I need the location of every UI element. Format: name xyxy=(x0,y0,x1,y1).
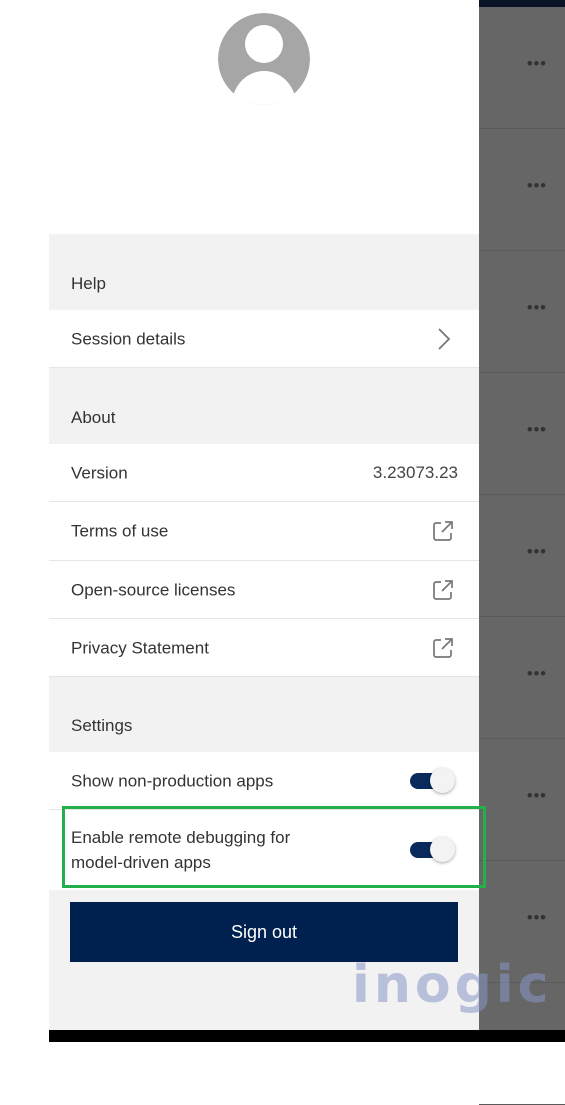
background-list-row: ••• xyxy=(479,129,565,251)
settings-drawer: Help Session details About Version 3.230… xyxy=(49,0,479,1030)
show-non-production-apps-label: Show non-production apps xyxy=(71,771,274,790)
open-external-icon xyxy=(433,521,453,541)
more-options-icon[interactable]: ••• xyxy=(527,787,547,805)
avatar xyxy=(218,13,310,105)
version-item: Version 3.23073.23 xyxy=(49,444,479,502)
remote-debugging-item: Enable remote debugging for model-driven… xyxy=(49,810,479,890)
open-external-icon xyxy=(433,637,453,658)
section-help: Help xyxy=(49,234,479,310)
system-nav-bar xyxy=(49,1030,565,1042)
background-list-row: ••• xyxy=(479,251,565,373)
more-options-icon[interactable]: ••• xyxy=(527,177,547,195)
more-options-icon[interactable]: ••• xyxy=(527,421,547,439)
background-overlay[interactable]: ••• ••• ••• ••• ••• ••• ••• ••• ••• xyxy=(479,0,565,1105)
section-title: Settings xyxy=(71,716,133,735)
background-list-row: ••• xyxy=(479,495,565,617)
more-options-icon[interactable]: ••• xyxy=(527,299,547,317)
background-list-row: ••• xyxy=(479,983,565,1105)
toggle-knob xyxy=(430,767,455,793)
open-source-licenses-link[interactable]: Open-source licenses xyxy=(49,561,479,619)
more-options-icon[interactable]: ••• xyxy=(527,543,547,561)
chevron-right-icon xyxy=(438,327,451,350)
background-list-row: ••• xyxy=(479,617,565,739)
show-non-production-apps-toggle[interactable] xyxy=(410,767,456,794)
open-source-licenses-label: Open-source licenses xyxy=(71,580,236,599)
version-value: 3.23073.23 xyxy=(372,462,458,482)
more-options-icon[interactable]: ••• xyxy=(527,55,547,73)
more-options-icon[interactable]: ••• xyxy=(527,665,547,683)
background-list-row: ••• xyxy=(479,373,565,495)
session-details-label: Session details xyxy=(71,329,186,348)
profile-area xyxy=(49,0,479,234)
section-title: Help xyxy=(71,274,106,293)
section-about: About xyxy=(49,368,479,444)
open-external-icon xyxy=(433,579,453,600)
version-label: Version xyxy=(71,463,128,482)
background-list-row: ••• xyxy=(479,861,565,983)
privacy-statement-link[interactable]: Privacy Statement xyxy=(49,619,479,677)
session-details-item[interactable]: Session details xyxy=(49,310,479,368)
toggle-knob xyxy=(430,837,455,862)
remote-debugging-label: Enable remote debugging for model-driven… xyxy=(71,828,291,872)
remote-debugging-toggle[interactable] xyxy=(410,837,456,863)
background-list-row: ••• xyxy=(479,7,565,129)
terms-of-use-link[interactable]: Terms of use xyxy=(49,502,479,561)
show-non-production-apps-item: Show non-production apps xyxy=(49,752,479,810)
privacy-statement-label: Privacy Statement xyxy=(71,638,209,657)
sign-out-button[interactable]: Sign out xyxy=(70,902,458,962)
background-list-row: ••• xyxy=(479,739,565,861)
section-settings: Settings xyxy=(49,677,479,752)
app-header-bar xyxy=(479,0,565,7)
terms-of-use-label: Terms of use xyxy=(71,521,169,541)
section-title: About xyxy=(71,408,116,427)
more-options-icon[interactable]: ••• xyxy=(527,909,547,927)
